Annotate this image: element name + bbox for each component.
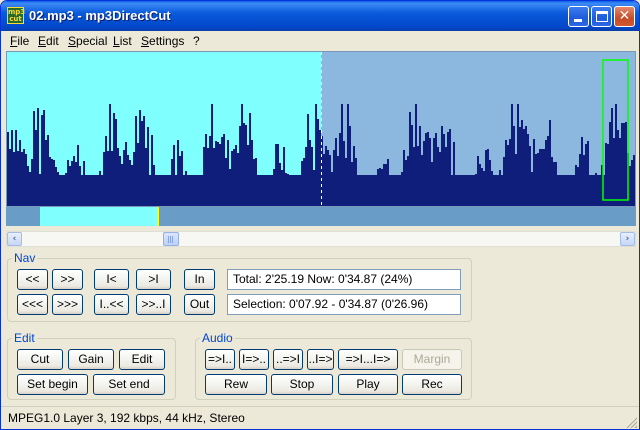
- minimize-button[interactable]: [568, 6, 589, 27]
- scroll-right-button[interactable]: ›: [620, 232, 635, 246]
- nav-fast-forward-button[interactable]: >>>: [52, 294, 83, 315]
- title-bar[interactable]: mp3 cut 02.mp3 - mp3DirectCut ✕: [1, 1, 639, 31]
- play-from-end-button[interactable]: ..I=>: [307, 349, 334, 370]
- close-button[interactable]: ✕: [614, 6, 635, 27]
- window-title: 02.mp3 - mp3DirectCut: [29, 8, 171, 23]
- menu-bar: File Edit Special List Settings ?: [1, 31, 639, 50]
- play-to-end-button[interactable]: ..=>I: [273, 349, 303, 370]
- play-selection-edges-button[interactable]: =>I...I=>: [338, 349, 398, 370]
- status-bar: MPEG1.0 Layer 3, 192 kbps, 44 kHz, Stere…: [1, 406, 639, 429]
- scroll-thumb[interactable]: [163, 232, 179, 246]
- stop-button[interactable]: Stop: [271, 374, 333, 395]
- nav-fast-back-button[interactable]: <<<: [17, 294, 48, 315]
- maximize-icon: [596, 11, 608, 22]
- horizontal-scrollbar[interactable]: ‹ ›: [6, 231, 636, 247]
- maximize-button[interactable]: [591, 6, 612, 27]
- nav-back-button[interactable]: <<: [17, 269, 48, 290]
- nav-in-button[interactable]: In: [184, 269, 215, 290]
- play-to-begin-button[interactable]: =>I..: [205, 349, 235, 370]
- play-from-begin-button[interactable]: I=>..: [239, 349, 269, 370]
- overview-selection[interactable]: [40, 207, 159, 226]
- nav-out-button[interactable]: Out: [184, 294, 215, 315]
- minimize-icon: [574, 19, 582, 22]
- edit-button[interactable]: Edit: [119, 349, 165, 370]
- chevron-left-icon: ‹: [12, 234, 17, 244]
- menu-help[interactable]: ?: [193, 34, 200, 48]
- waveform-graph[interactable]: [7, 52, 635, 206]
- scroll-left-button[interactable]: ‹: [7, 232, 22, 246]
- menu-edit[interactable]: Edit: [38, 34, 59, 48]
- menu-file[interactable]: File: [10, 34, 29, 48]
- rewind-button[interactable]: Rew: [205, 374, 267, 395]
- nav-go-begin-button[interactable]: I<: [94, 269, 129, 290]
- audio-group-label: Audio: [200, 331, 235, 345]
- nav-go-end-button[interactable]: >I: [136, 269, 171, 290]
- close-icon: ✕: [618, 8, 631, 24]
- menu-special[interactable]: Special: [68, 34, 107, 48]
- nav-play-begin-button[interactable]: I..<<: [94, 294, 129, 315]
- time-readout: Total: 2'25.19 Now: 0'34.87 (24%): [227, 269, 461, 290]
- set-begin-button[interactable]: Set begin: [17, 374, 88, 395]
- overview-bar[interactable]: [6, 207, 636, 226]
- edit-group-label: Edit: [12, 331, 37, 345]
- nav-group-label: Nav: [12, 251, 38, 265]
- app-icon[interactable]: mp3 cut: [7, 7, 25, 24]
- nav-forward-button[interactable]: >>: [52, 269, 83, 290]
- gain-button[interactable]: Gain: [68, 349, 114, 370]
- grip-icon: [168, 236, 174, 243]
- selection-readout: Selection: 0'07.92 - 0'34.87 (0'26.96): [227, 294, 461, 315]
- status-text: MPEG1.0 Layer 3, 192 kbps, 44 kHz, Stere…: [8, 411, 245, 425]
- menu-settings[interactable]: Settings: [141, 34, 184, 48]
- chevron-right-icon: ›: [625, 234, 630, 244]
- menu-list[interactable]: List: [113, 34, 132, 48]
- cut-button[interactable]: Cut: [17, 349, 63, 370]
- play-button[interactable]: Play: [338, 374, 398, 395]
- app-window: mp3 cut 02.mp3 - mp3DirectCut ✕ File Edi…: [0, 0, 640, 430]
- margin-button[interactable]: Margin: [402, 349, 462, 370]
- set-end-button[interactable]: Set end: [93, 374, 165, 395]
- waveform-view[interactable]: [6, 51, 636, 207]
- nav-play-end-button[interactable]: >>..I: [136, 294, 171, 315]
- resize-grip-icon[interactable]: [625, 416, 637, 428]
- record-button[interactable]: Rec: [402, 374, 462, 395]
